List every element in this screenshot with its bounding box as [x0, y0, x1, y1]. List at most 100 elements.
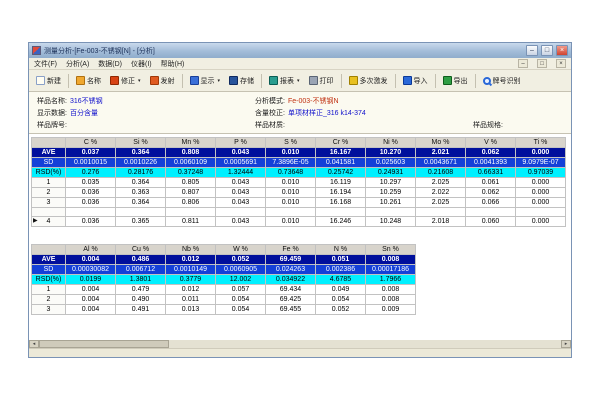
column-header[interactable]: Fe %	[266, 245, 316, 255]
value-cell[interactable]: 0.364	[116, 178, 166, 188]
value-cell[interactable]: 0.061	[466, 178, 516, 188]
value-cell[interactable]: 0.054	[316, 295, 366, 305]
value-cell[interactable]: 0.66331	[466, 168, 516, 178]
value-cell[interactable]: 0.0005691	[216, 158, 266, 168]
chevron-down-icon[interactable]: ▾	[218, 78, 221, 84]
value-cell[interactable]: 0.054	[216, 295, 266, 305]
column-header[interactable]: Si %	[116, 138, 166, 148]
row-header[interactable]: SD	[32, 158, 66, 168]
value-cell[interactable]	[166, 208, 216, 217]
row-header[interactable]: 3	[32, 198, 66, 208]
value-cell[interactable]	[416, 208, 466, 217]
value-cell[interactable]	[516, 208, 566, 217]
value-cell[interactable]: 69.425	[266, 295, 316, 305]
value-cell[interactable]: 0.276	[66, 168, 116, 178]
value-cell[interactable]: 0.24931	[366, 168, 416, 178]
toolbar-new-button[interactable]: 新建	[32, 73, 65, 89]
menu-instrument[interactable]: 仪器(I)	[131, 59, 152, 69]
value-cell[interactable]: 0.060	[466, 217, 516, 227]
value-cell[interactable]: 10.297	[366, 178, 416, 188]
row-header[interactable]: 3	[32, 305, 66, 315]
value-cell[interactable]: 1.3801	[116, 275, 166, 285]
column-header[interactable]: Sn %	[366, 245, 416, 255]
minimize-button[interactable]: –	[526, 45, 538, 56]
value-cell[interactable]: 0.491	[116, 305, 166, 315]
value-cell[interactable]: 0.043	[216, 148, 266, 158]
value-cell[interactable]: 0.25742	[316, 168, 366, 178]
value-cell[interactable]: 4.6785	[316, 275, 366, 285]
value-cell[interactable]: 0.051	[316, 255, 366, 265]
scrollbar-thumb[interactable]	[39, 340, 169, 348]
value-cell[interactable]: 10.261	[366, 198, 416, 208]
value-cell[interactable]: 0.049	[316, 285, 366, 295]
value-cell[interactable]: 10.248	[366, 217, 416, 227]
value-cell[interactable]: 0.004	[66, 285, 116, 295]
value-cell[interactable]: 0.041581	[316, 158, 366, 168]
value-cell[interactable]: 0.363	[116, 188, 166, 198]
value-cell[interactable]	[316, 208, 366, 217]
mdi-minimize-button[interactable]: –	[518, 59, 528, 68]
row-header[interactable]: AVE	[32, 148, 66, 158]
value-cell[interactable]: 0.21608	[416, 168, 466, 178]
value-cell[interactable]: 0.043	[216, 178, 266, 188]
value-cell[interactable]: 16.119	[316, 178, 366, 188]
value-cell[interactable]: 69.434	[266, 285, 316, 295]
scrollbar-track[interactable]	[39, 340, 561, 348]
value-cell[interactable]: 0.043	[216, 188, 266, 198]
value-cell[interactable]: 0.808	[166, 148, 216, 158]
column-header[interactable]: W %	[216, 245, 266, 255]
value-cell[interactable]: 0.024263	[266, 265, 316, 275]
value-cell[interactable]: 0.013	[166, 305, 216, 315]
value-cell[interactable]: 0.025603	[366, 158, 416, 168]
value-cell[interactable]: 0.3779	[166, 275, 216, 285]
mdi-restore-button[interactable]: □	[537, 59, 547, 68]
chevron-down-icon[interactable]: ▾	[297, 78, 300, 84]
value-cell[interactable]: 0.052	[216, 255, 266, 265]
value-cell[interactable]	[366, 208, 416, 217]
value-cell[interactable]: 0.036	[66, 217, 116, 227]
column-header[interactable]: Ti %	[516, 138, 566, 148]
row-header[interactable]: 2	[32, 295, 66, 305]
column-header[interactable]: Cu %	[116, 245, 166, 255]
value-cell[interactable]: 0.010	[266, 188, 316, 198]
value-cell[interactable]: 0.052	[316, 305, 366, 315]
value-cell[interactable]: 0.035	[66, 178, 116, 188]
toolbar-grade-id-button[interactable]: 牌号识别	[479, 73, 525, 89]
scroll-right-button[interactable]: ▸	[561, 340, 571, 348]
menu-help[interactable]: 帮助(H)	[161, 59, 185, 69]
value-cell[interactable]: 0.806	[166, 198, 216, 208]
value-cell[interactable]: 0.043	[216, 217, 266, 227]
value-cell[interactable]: 0.000	[516, 178, 566, 188]
value-cell[interactable]: 0.010	[266, 178, 316, 188]
value-cell[interactable]: 0.009	[366, 305, 416, 315]
toolbar-save-button[interactable]: 存储	[225, 73, 258, 89]
value-cell[interactable]: 0.364	[116, 148, 166, 158]
value-cell[interactable]: 0.0010015	[66, 158, 116, 168]
value-cell[interactable]: 0.490	[116, 295, 166, 305]
value-cell[interactable]: 0.000	[516, 188, 566, 198]
value-cell[interactable]: 0.000	[516, 198, 566, 208]
title-bar[interactable]: 测量分析-[Fe-003-不锈钢[N] - [分析] – □ ×	[29, 43, 571, 58]
value-cell[interactable]: 0.062	[466, 188, 516, 198]
value-cell[interactable]: 0.043	[216, 198, 266, 208]
value-cell[interactable]: 0.037	[66, 148, 116, 158]
toolbar-report-button[interactable]: 报表▾	[265, 73, 304, 89]
value-cell[interactable]: 0.00030082	[66, 265, 116, 275]
value-cell[interactable]: 1.7966	[366, 275, 416, 285]
value-cell[interactable]: 0.011	[166, 295, 216, 305]
mdi-close-button[interactable]: ×	[556, 59, 566, 68]
value-cell[interactable]: 0.0010149	[166, 265, 216, 275]
value-cell[interactable]: 16.194	[316, 188, 366, 198]
row-header[interactable]	[32, 208, 66, 217]
menu-file[interactable]: 文件(F)	[34, 59, 57, 69]
value-cell[interactable]: 12.002	[216, 275, 266, 285]
value-cell[interactable]: 0.73648	[266, 168, 316, 178]
value-cell[interactable]	[466, 208, 516, 217]
value-cell[interactable]: 0.004	[66, 295, 116, 305]
value-cell[interactable]: 0.010	[266, 148, 316, 158]
value-cell[interactable]: 2.021	[416, 148, 466, 158]
value-cell[interactable]: 0.807	[166, 188, 216, 198]
column-header[interactable]: S %	[266, 138, 316, 148]
row-header[interactable]: AVE	[32, 255, 66, 265]
value-cell[interactable]: 16.168	[316, 198, 366, 208]
